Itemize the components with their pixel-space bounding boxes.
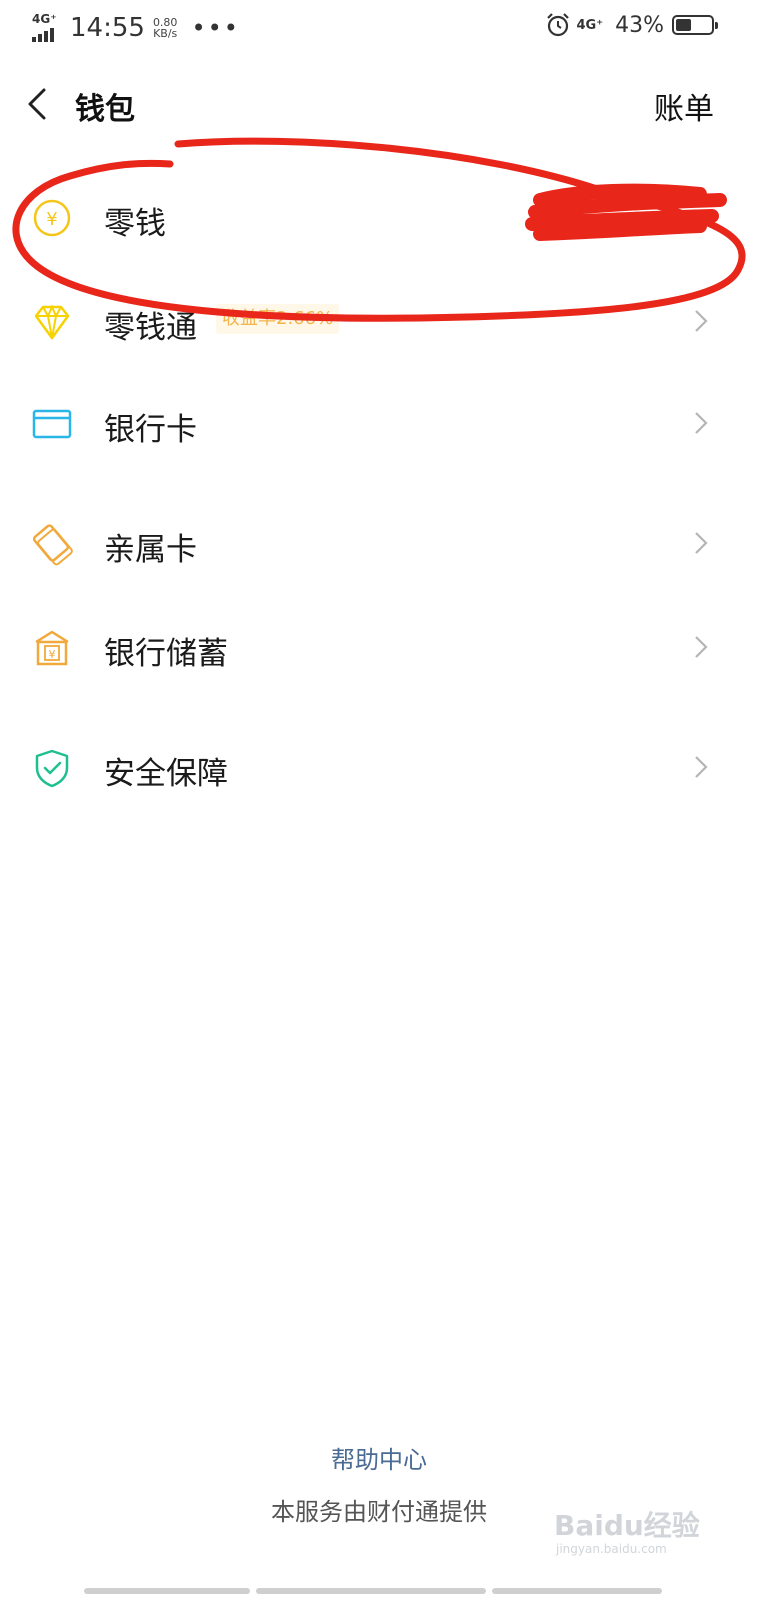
- menu-item-change[interactable]: ¥ 零钱: [0, 176, 758, 260]
- shield-check-icon: [35, 749, 69, 788]
- menu-item-security[interactable]: 安全保障: [0, 726, 758, 810]
- chevron-left-icon[interactable]: [24, 86, 52, 122]
- card-icon: [32, 409, 72, 439]
- menu-item-label: 安全保障: [104, 756, 228, 792]
- network-type-right: 4G⁺: [576, 17, 604, 33]
- yuan-coin-icon: ¥: [33, 199, 71, 237]
- home-indicator: [84, 1588, 662, 1594]
- page-title: 钱包: [75, 92, 135, 127]
- watermark-logo: Baidu经验: [554, 1509, 700, 1542]
- chevron-right-icon: [695, 310, 708, 332]
- help-center-link[interactable]: 帮助中心: [0, 1440, 758, 1475]
- speed-unit: KB/s: [153, 27, 178, 40]
- battery-icon: [672, 15, 718, 35]
- savings-box-icon: ¥: [35, 630, 69, 666]
- signal-icon: 4G⁺: [32, 12, 62, 44]
- diamond-icon: [34, 304, 70, 340]
- chevron-right-icon: [695, 412, 708, 434]
- menu-item-label: 亲属卡: [104, 532, 197, 568]
- family-card-icon: [32, 524, 73, 566]
- menu-item-label: 零钱: [104, 206, 166, 242]
- svg-text:¥: ¥: [46, 209, 57, 230]
- svg-text:¥: ¥: [49, 648, 56, 661]
- alarm-icon: [546, 13, 569, 37]
- menu-item-label: 银行卡: [104, 412, 197, 448]
- menu-item-label: 银行储蓄: [104, 636, 228, 672]
- menu-item-lingqiantong[interactable]: 零钱通 收益率2.66%: [0, 280, 758, 364]
- network-speed: 0.80 KB/s: [153, 17, 178, 39]
- chevron-right-icon: [695, 756, 708, 778]
- network-type: 4G⁺: [32, 12, 57, 26]
- menu-item-bank-savings[interactable]: ¥ 银行储蓄: [0, 606, 758, 690]
- clock: 14:55: [70, 13, 145, 43]
- nav-bar: 钱包 账单: [0, 70, 758, 140]
- battery-percent: 43%: [615, 12, 664, 38]
- baidu-watermark: Baidu经验 jingyan.baidu.com: [554, 1490, 704, 1570]
- yield-rate-badge: 收益率2.66%: [216, 304, 340, 334]
- status-bar: 4G⁺ 14:55 0.80 KB/s ••• 4G⁺ 43%: [0, 0, 758, 60]
- chevron-right-icon: [695, 636, 708, 658]
- menu-item-bank-card[interactable]: 银行卡: [0, 382, 758, 466]
- more-notifications-icon: •••: [191, 14, 240, 42]
- menu-item-family-card[interactable]: 亲属卡: [0, 502, 758, 586]
- watermark-url: jingyan.baidu.com: [556, 1542, 667, 1556]
- menu-item-label: 零钱通: [104, 310, 197, 346]
- chevron-right-icon: [695, 532, 708, 554]
- bill-button[interactable]: 账单: [654, 84, 714, 128]
